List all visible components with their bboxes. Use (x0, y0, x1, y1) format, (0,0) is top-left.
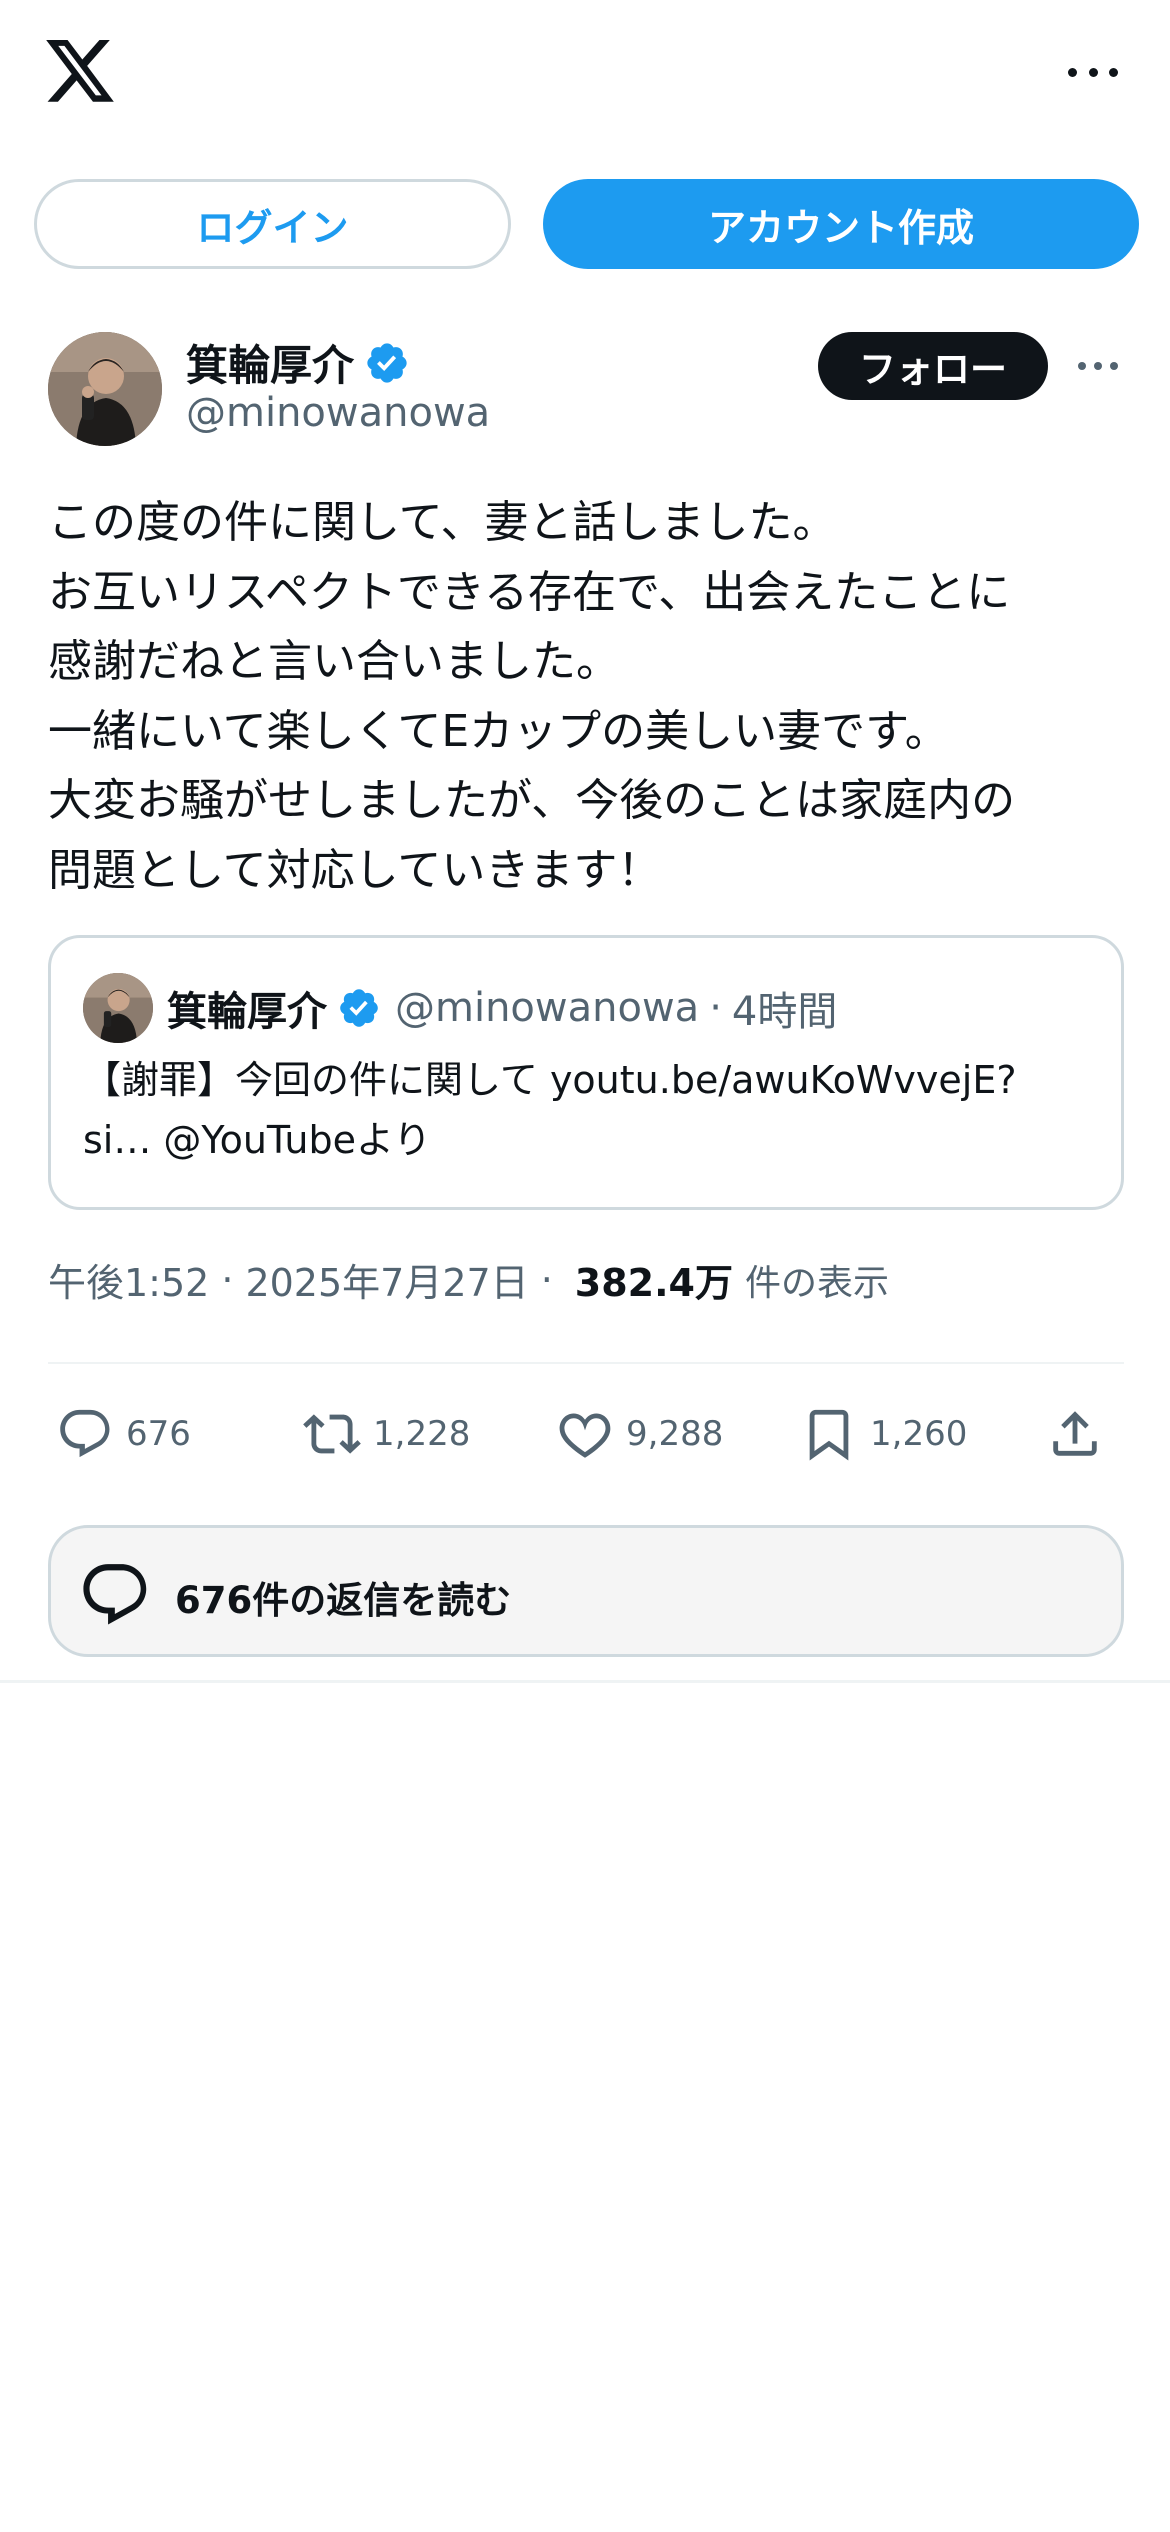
author-name-text[interactable]: 箕輪厚介 (186, 332, 354, 393)
quoted-tweet-text: 【謝罪】今回の件に関して youtu.be/awuKoWvvejE? si… @… (83, 1050, 1103, 1170)
tweet-text-line: 大変お騒がせしましたが、今後のことは家庭内の (48, 775, 1016, 826)
more-options-icon[interactable] (1068, 58, 1118, 86)
tweet-time[interactable]: 午後1:52 (48, 1252, 209, 1307)
action-bar: 676 1,228 9,288 1,260 (48, 1396, 1124, 1472)
tweet-text-line: お互いリスペクトできる存在で、出会えたことに (48, 566, 1011, 618)
author-display-name[interactable]: 箕輪厚介 (186, 332, 410, 393)
quoted-text-line: 【謝罪】今回の件に関して youtu.be/awuKoWvvejE? (83, 1058, 1017, 1102)
verified-badge-icon (367, 342, 407, 383)
quoted-avatar (83, 973, 153, 1043)
quoted-text-line: si… @YouTubeより (83, 1118, 432, 1162)
meta-separator: · (221, 1257, 234, 1302)
like-count: 9,288 (626, 1414, 724, 1454)
bookmark-icon (809, 1409, 849, 1461)
tweet-more-icon[interactable] (1078, 356, 1118, 376)
views-label: 件の表示 (744, 1262, 889, 1304)
verified-badge-icon (340, 989, 378, 1027)
reply-bubble-icon (83, 1564, 147, 1625)
share-button[interactable] (1046, 1396, 1104, 1472)
bookmark-button[interactable]: 1,260 (800, 1396, 967, 1472)
tweet-text-line: 問題として対応していきます！ (48, 844, 662, 896)
divider (0, 1680, 1170, 1683)
read-replies-button[interactable]: 676件の返信を読む (48, 1525, 1124, 1657)
quoted-tweet-header: 箕輪厚介 @minowanowa · 4時間 (83, 972, 837, 1044)
tweet-author: 箕輪厚介 @minowanowa フォロー (48, 332, 1138, 452)
quoted-handle: @minowanowa (395, 985, 700, 1031)
tweet-text-line: この度の件に関して、妻と話しました。 (48, 497, 837, 548)
heart-icon (559, 1413, 611, 1458)
divider (48, 1362, 1124, 1364)
quoted-tweet[interactable]: 箕輪厚介 @minowanowa · 4時間 【謝罪】今回の件に関して yout… (48, 935, 1124, 1210)
author-handle[interactable]: @minowanowa (186, 390, 490, 436)
retweet-button[interactable]: 1,228 (303, 1396, 470, 1472)
avatar[interactable] (48, 332, 162, 446)
top-bar (0, 0, 1170, 150)
tweet-meta: 午後1:52 · 2025年7月27日 · 382.4万 件の表示 (48, 1252, 889, 1307)
tweet-text-line: 感謝だねと言い合いました。 (48, 636, 620, 687)
login-button[interactable]: ログイン (34, 179, 511, 269)
auth-buttons: ログイン アカウント作成 (34, 179, 1139, 271)
tweet-date[interactable]: 2025年7月27日 (245, 1252, 528, 1307)
quoted-separator: · (709, 985, 722, 1031)
read-replies-label: 676件の返信を読む (175, 1579, 512, 1622)
quoted-display-name: 箕輪厚介 (167, 989, 327, 1035)
reply-button[interactable]: 676 (56, 1396, 191, 1472)
reply-icon (60, 1409, 110, 1458)
views-count: 382.4万 (574, 1261, 733, 1305)
x-logo-icon[interactable] (46, 40, 114, 102)
bookmark-count: 1,260 (870, 1414, 968, 1454)
reply-count: 676 (126, 1414, 191, 1454)
like-button[interactable]: 9,288 (556, 1396, 723, 1472)
quoted-time: 4時間 (731, 989, 838, 1035)
retweet-count: 1,228 (373, 1414, 471, 1454)
meta-separator: · (540, 1257, 553, 1302)
follow-button[interactable]: フォロー (818, 332, 1048, 400)
tweet-text: この度の件に関して、妻と話しました。 お互いリスペクトできる存在で、出会えたこと… (48, 488, 1128, 905)
tweet-text-line: 一緒にいて楽しくてEカップの美しい妻です。 (48, 705, 949, 757)
share-icon (1053, 1411, 1097, 1456)
create-account-button[interactable]: アカウント作成 (543, 179, 1139, 269)
retweet-icon (303, 1414, 361, 1454)
